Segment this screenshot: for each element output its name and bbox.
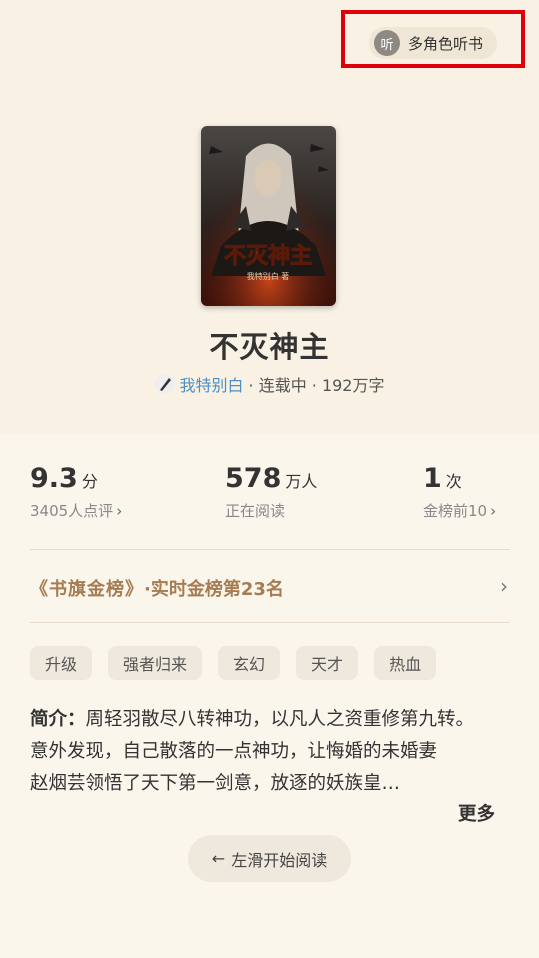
rank-text: ·实时金榜第23名 — [144, 579, 284, 600]
more-button[interactable]: 更多 — [458, 800, 495, 826]
multi-role-audiobook-button[interactable]: 听 多角色听书 — [369, 27, 498, 59]
book-intro[interactable]: 简介：周轻羽散尽八转神功，以凡人之资重修第九转。 意外发现，自己散落的一点神功，… — [30, 704, 510, 800]
rating-count: 3405人点评 — [30, 502, 114, 520]
tag[interactable]: 强者归来 — [108, 646, 203, 680]
svg-text:不灭神主: 不灭神主 — [224, 243, 312, 269]
intro-line1: 周轻羽散尽八转神功，以凡人之资重修第九转。 — [85, 709, 475, 730]
chevron-right-icon: › — [500, 574, 508, 598]
swipe-label: 左滑开始阅读 — [231, 850, 328, 870]
chevron-right-icon: › — [116, 501, 123, 520]
svg-text:我特别白 著: 我特别白 著 — [247, 271, 290, 281]
book-meta: 我特别白 · 连载中 · 192万字 — [0, 372, 539, 396]
rank-times-unit: 次 — [445, 472, 462, 491]
listen-icon: 听 — [374, 30, 400, 56]
chevron-right-icon: › — [490, 501, 497, 520]
tag[interactable]: 天才 — [296, 646, 359, 680]
intro-line2: 意外发现，自己散落的一点神功，让悔婚的未婚妻赵烟芸领悟了天下第一剑意，放逐的妖族… — [30, 741, 438, 794]
rank-times-label: 金榜前10 — [423, 502, 488, 520]
tag-list: 升级 强者归来 玄幻 天才 热血 — [30, 646, 437, 680]
stats-row: 9.3 分 3405人点评 › 578 万人 正在阅读 1次 金榜前10 › — [30, 463, 510, 533]
book-cover[interactable]: 不灭神主 我特别白 著 — [201, 126, 336, 306]
arrow-left-icon: ← — [211, 849, 226, 868]
rank-times-stat[interactable]: 1次 金榜前10 › — [423, 463, 496, 521]
readers-value: 578 — [225, 463, 282, 494]
author-avatar[interactable] — [154, 374, 175, 394]
rank-badge: 《书旗金榜》 — [30, 579, 144, 600]
tag[interactable]: 玄幻 — [218, 646, 281, 680]
readers-label: 正在阅读 — [225, 502, 286, 520]
divider — [30, 622, 510, 623]
swipe-to-read-button[interactable]: ← 左滑开始阅读 — [188, 835, 351, 882]
divider — [30, 549, 510, 550]
intro-label: 简介： — [30, 709, 86, 730]
rating-value: 9.3 — [30, 463, 78, 494]
readers-unit: 万人 — [285, 472, 318, 491]
rating-unit: 分 — [81, 472, 98, 491]
book-title: 不灭神主 — [209, 330, 330, 364]
rank-row[interactable]: 《书旗金榜》 ·实时金榜第23名 › — [30, 566, 510, 610]
cover-art: 不灭神主 我特别白 著 — [201, 126, 336, 306]
readers-stat: 578 万人 正在阅读 — [225, 463, 317, 521]
rating-stat[interactable]: 9.3 分 3405人点评 › — [30, 463, 122, 521]
audio-button-label: 多角色听书 — [408, 34, 484, 53]
tag[interactable]: 升级 — [30, 646, 93, 680]
rank-times-value: 1 — [423, 463, 442, 494]
book-status: · 连载中 · 192万字 — [248, 376, 385, 395]
tag[interactable]: 热血 — [374, 646, 437, 680]
author-link[interactable]: 我特别白 — [180, 372, 244, 396]
